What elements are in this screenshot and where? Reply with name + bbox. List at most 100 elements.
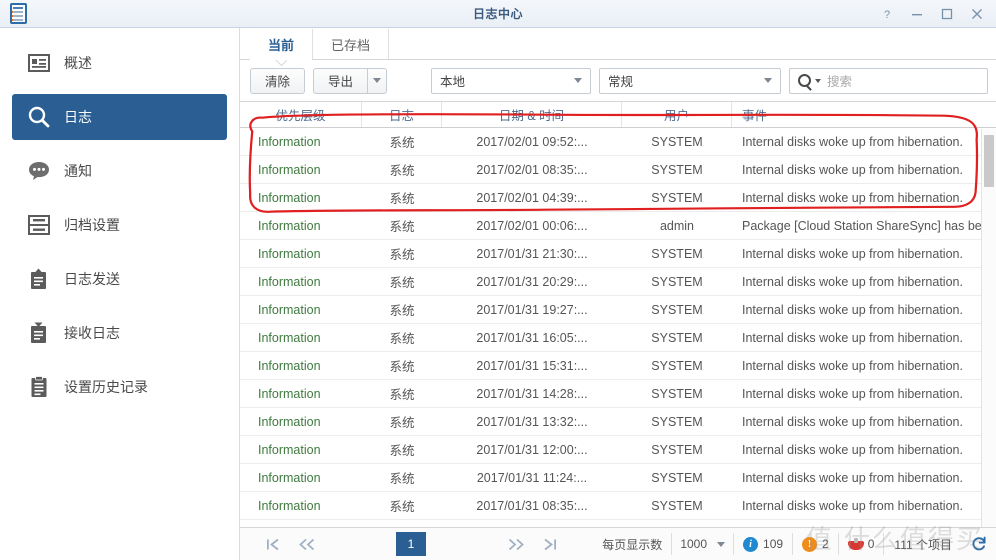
sidebar-item-log-send[interactable]: 日志发送 — [12, 256, 227, 302]
table-row[interactable]: Information 系统 2017/01/31 08:35:... SYSTEM I… — [240, 492, 996, 520]
cell-event: Internal disks woke up from hibernation. — [742, 358, 963, 373]
title-bar: 日志中心 ? — [0, 0, 996, 28]
window-body: 概述 日志 通知 归档设置 日志发送 接收日志 设置历史记录 当前 已存档 清除… — [0, 28, 996, 560]
status-right: 每页显示数 1000 i 109 ! 2 0 111 个项目 — [593, 528, 996, 560]
column-header-event[interactable]: 事件 — [732, 102, 996, 127]
cell-priority: Information — [258, 218, 321, 233]
cell-datetime: 2017/01/31 12:00:... — [476, 442, 588, 457]
table-row[interactable]: Information 系统 2017/01/31 19:27:... SYSTEM I… — [240, 296, 996, 324]
log-center-window: 日志中心 ? 概述 日志 通知 归档设置 日志发送 接收日志 设置历史记录 当前… — [0, 0, 996, 560]
sidebar-item-logs[interactable]: 日志 — [12, 94, 227, 140]
refresh-icon[interactable] — [962, 531, 996, 557]
minimize-icon[interactable] — [902, 1, 932, 27]
table-row[interactable]: Information 系统 2017/01/31 12:00:... SYSTEM I… — [240, 436, 996, 464]
type-select[interactable]: 常规 — [599, 67, 782, 94]
table-row[interactable]: Information 系统 2017/02/01 09:52:... SYSTEM I… — [240, 128, 996, 156]
prev-page-button[interactable] — [290, 531, 324, 557]
column-header-datetime[interactable]: 日期 & 时间 — [442, 102, 622, 127]
cell-priority: Information — [258, 442, 321, 457]
sidebar-item-label: 接收日志 — [64, 325, 120, 341]
help-icon[interactable]: ? — [872, 1, 902, 27]
warning-icon: ! — [802, 536, 818, 552]
close-icon[interactable] — [962, 1, 992, 27]
sidebar-item-settings-history[interactable]: 设置历史记录 — [12, 364, 227, 410]
cell-log: 系统 — [389, 276, 415, 290]
cell-user: SYSTEM — [651, 162, 703, 177]
cell-log: 系统 — [389, 248, 415, 262]
sidebar-item-label: 日志发送 — [64, 271, 120, 287]
first-page-button[interactable] — [256, 531, 290, 557]
table-row[interactable]: Information 系统 2017/01/31 16:05:... SYSTEM I… — [240, 324, 996, 352]
table-row[interactable]: Information 系统 2017/02/01 08:35:... SYSTEM I… — [240, 156, 996, 184]
sidebar-item-log-receive[interactable]: 接收日志 — [12, 310, 227, 356]
last-page-button[interactable] — [532, 531, 566, 557]
chevron-down-icon[interactable] — [815, 78, 822, 83]
notification-icon — [26, 158, 52, 184]
per-page-select[interactable]: 1000 — [672, 533, 735, 555]
sidebar-item-label: 概述 — [64, 55, 92, 71]
export-dropdown-button[interactable] — [367, 67, 388, 94]
tab-archived[interactable]: 已存档 — [313, 29, 390, 59]
cell-user: admin — [659, 218, 695, 233]
cell-log: 系统 — [389, 332, 415, 346]
cell-event: Internal disks woke up from hibernation. — [742, 274, 963, 289]
cell-user: SYSTEM — [651, 246, 703, 261]
total-items: 111 个项目 — [894, 537, 952, 552]
sidebar-item-label: 通知 — [64, 163, 92, 179]
cell-priority: Information — [258, 134, 321, 149]
table-scrollbar-thumb[interactable] — [984, 135, 994, 187]
export-button[interactable]: 导出 — [313, 67, 368, 94]
table-row[interactable]: Information 系统 2017/01/31 20:29:... SYSTEM I… — [240, 268, 996, 296]
source-select[interactable]: 本地 — [431, 67, 592, 94]
per-page-text: 每页显示数 — [602, 537, 663, 552]
table-row[interactable]: Information 系统 2017/02/01 00:06:... admin Pa… — [240, 212, 996, 240]
table-row[interactable]: Information 系统 2017/01/31 21:30:... SYSTEM I… — [240, 240, 996, 268]
column-header-log[interactable]: 日志 — [362, 102, 442, 127]
chevron-down-icon — [717, 541, 726, 547]
cell-event: Internal disks woke up from hibernation. — [742, 162, 963, 177]
cell-log: 系统 — [362, 520, 442, 527]
cell-event: Internal disks woke up from hibernation. — [742, 442, 963, 457]
maximize-icon[interactable] — [932, 1, 962, 27]
cell-user: SYSTEM — [651, 470, 703, 485]
table-row[interactable]: Information 系统 2017/01/31 13:32:... SYSTEM I… — [240, 408, 996, 436]
cell-priority: Information — [258, 162, 321, 177]
sidebar-item-archive-settings[interactable]: 归档设置 — [12, 202, 227, 248]
cell-event: Package [Cloud Station ShareSync] has be… — [742, 218, 993, 233]
clear-button[interactable]: 清除 — [250, 67, 306, 94]
column-header-user[interactable]: 用户 — [622, 102, 732, 127]
search-icon — [798, 74, 812, 87]
error-count-badge[interactable]: 0 — [839, 533, 885, 555]
cell-log: 系统 — [389, 444, 415, 458]
chevron-down-icon — [574, 78, 583, 83]
cell-log: 系统 — [389, 136, 415, 150]
search-input[interactable]: 搜索 — [789, 67, 988, 94]
column-header-priority[interactable]: 优先层级 — [240, 102, 362, 127]
cell-log: 系统 — [389, 388, 415, 402]
sidebar-item-overview[interactable]: 概述 — [12, 40, 227, 86]
table-row[interactable]: Information系统2017/01/31 04:40:...SYSTEMI… — [240, 520, 996, 528]
table-row[interactable]: Information 系统 2017/01/31 14:28:... SYSTEM I… — [240, 380, 996, 408]
table-scrollbar[interactable] — [981, 129, 996, 527]
table-row[interactable]: Information 系统 2017/01/31 15:31:... SYSTEM I… — [240, 352, 996, 380]
cell-priority: Information — [240, 520, 362, 528]
current-page[interactable]: 1 — [396, 532, 426, 556]
info-count-badge[interactable]: i 109 — [734, 533, 794, 555]
log-center-icon — [8, 2, 30, 26]
per-page-label: 每页显示数 — [593, 533, 673, 555]
content-pane: 当前 已存档 清除 导出 本地 常规 搜索 优先层级 日志 日期 & 时间 用户… — [240, 28, 996, 560]
cell-priority: Information — [258, 386, 321, 401]
cell-datetime: 2017/02/01 08:35:... — [476, 162, 588, 177]
cell-datetime: 2017/01/31 14:28:... — [476, 386, 588, 401]
error-icon — [847, 537, 864, 551]
tab-bar: 当前 已存档 — [240, 28, 996, 60]
sidebar-item-notification[interactable]: 通知 — [12, 148, 227, 194]
tab-current[interactable]: 当前 — [250, 29, 314, 60]
warning-count-badge[interactable]: ! 2 — [793, 533, 839, 555]
cell-priority: Information — [258, 274, 321, 289]
cell-priority: Information — [258, 330, 321, 345]
table-row[interactable]: Information 系统 2017/01/31 11:24:... SYSTEM I… — [240, 464, 996, 492]
table-row[interactable]: Information 系统 2017/02/01 04:39:... SYSTEM I… — [240, 184, 996, 212]
archive-settings-icon — [26, 212, 52, 238]
next-page-button[interactable] — [498, 531, 532, 557]
